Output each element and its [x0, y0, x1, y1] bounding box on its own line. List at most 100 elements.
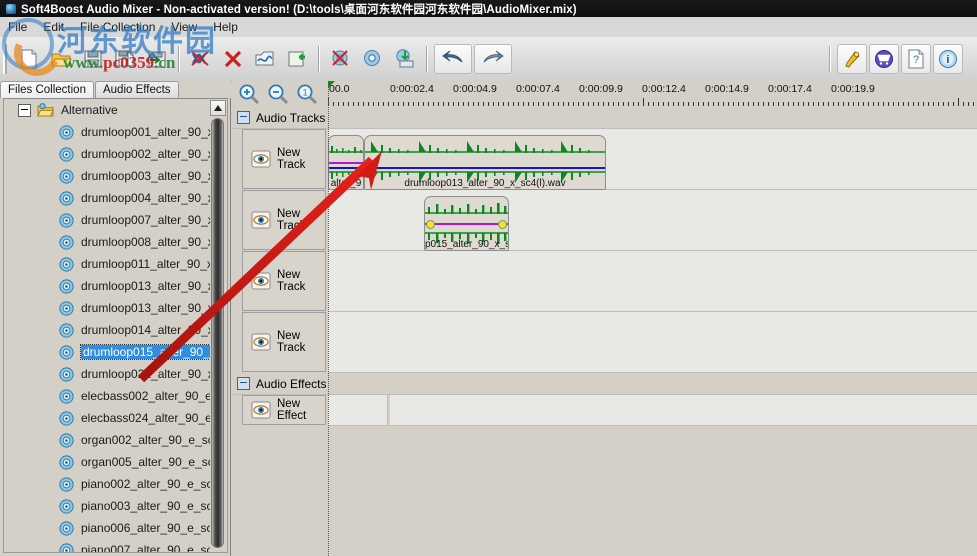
track-header-3[interactable]: New Track [242, 251, 326, 311]
timeline-lanes[interactable]: alter_9 drumloop013_alter_90_x_sc4(l).wa… [328, 107, 977, 556]
lane-effect-1[interactable] [328, 395, 388, 426]
undo-button[interactable] [434, 44, 472, 74]
section-expander-icon-2[interactable] [237, 377, 250, 390]
tree-item-19[interactable]: piano007_alter_90_e_sc4 [4, 539, 227, 552]
tree-item-2[interactable]: drumloop003_alter_90_x_ [4, 165, 227, 187]
tree-item-3[interactable]: drumloop004_alter_90_x_ [4, 187, 227, 209]
track-header-4[interactable]: New Track [242, 312, 326, 372]
new-file-button[interactable] [14, 44, 44, 74]
tree-item-12[interactable]: elecbass002_alter_90_e_ [4, 385, 227, 407]
scroll-up-button[interactable] [210, 100, 226, 116]
clip-volume-line[interactable] [329, 162, 363, 164]
ruler-tick [843, 102, 844, 106]
audio-clip-2[interactable]: drumloop013_alter_90_x_sc4(l).wav [364, 135, 606, 190]
section-expander-icon[interactable] [237, 111, 250, 124]
add-track-button[interactable] [282, 44, 312, 74]
menu-item-file-collection[interactable]: File Collection [72, 18, 163, 36]
menu-item-file[interactable]: File [0, 18, 35, 36]
files-scrollbar[interactable] [210, 100, 226, 552]
scrollbar-thumb[interactable] [211, 118, 224, 548]
ruler-label-7: 0:00:17.4 [768, 83, 812, 95]
ruler-tick [793, 102, 794, 106]
tree-item-1[interactable]: drumloop002_alter_90_x_ [4, 143, 227, 165]
tree-item-14[interactable]: organ002_alter_90_e_sc4 [4, 429, 227, 451]
delete-all-button[interactable] [186, 44, 216, 74]
track-header-1[interactable]: New Track [242, 129, 326, 189]
menu-item-help[interactable]: Help [205, 18, 246, 36]
eye-icon[interactable] [251, 333, 271, 351]
menu-item-edit[interactable]: Edit [35, 18, 72, 36]
ruler-tick [403, 102, 404, 106]
ruler-tick [593, 102, 594, 106]
tree-item-10[interactable]: drumloop015_alter_90_x_ [4, 341, 227, 363]
settings-remove-button[interactable] [326, 44, 356, 74]
add-effect-button[interactable] [250, 44, 280, 74]
playhead-line[interactable] [328, 81, 330, 556]
eye-icon[interactable] [251, 401, 271, 419]
audio-file-icon [59, 146, 74, 162]
tab-audio-effects[interactable]: Audio Effects [94, 81, 179, 98]
tree-item-18[interactable]: piano006_alter_90_e_sc4 [4, 517, 227, 539]
tab-files-collection[interactable]: Files Collection [0, 81, 94, 98]
zoom-out-button[interactable] [264, 82, 292, 106]
toolbar-grip[interactable] [3, 44, 10, 74]
lane-track-4[interactable] [328, 312, 977, 373]
ruler-tick [388, 102, 389, 106]
clip-volume-line[interactable] [425, 223, 508, 225]
section-header-audio-effects[interactable]: Audio Effects [232, 373, 328, 395]
audio-clip-3[interactable]: p015_alter_90_x_sc [424, 196, 509, 251]
tree-item-5[interactable]: drumloop008_alter_90_x_ [4, 231, 227, 253]
tree-item-11[interactable]: drumloop022_alter_90_x_ [4, 363, 227, 385]
playhead-marker[interactable] [328, 81, 335, 88]
tree-item-16[interactable]: piano002_alter_90_e_sc4 [4, 473, 227, 495]
ruler-label-2: 0:00:04.9 [453, 83, 497, 95]
help-button[interactable]: ? [901, 44, 931, 74]
zoom-in-button[interactable] [235, 82, 263, 106]
tree-item-4[interactable]: drumloop007_alter_90_x_ [4, 209, 227, 231]
tree-expander-icon[interactable] [18, 103, 31, 117]
export-button[interactable] [142, 44, 172, 74]
buy-button[interactable] [869, 44, 899, 74]
activate-button[interactable] [837, 44, 867, 74]
tree-item-15[interactable]: organ005_alter_90_e_sc4 [4, 451, 227, 473]
eye-icon[interactable] [251, 272, 271, 290]
eye-icon[interactable] [251, 211, 271, 229]
audio-file-icon [59, 344, 74, 360]
ruler-tick [408, 102, 409, 106]
effect-header-1[interactable]: New Effect [242, 395, 326, 425]
tree-item-9[interactable]: drumloop014_alter_90_x_ [4, 319, 227, 341]
open-folder-button[interactable] [46, 44, 76, 74]
timeline-ruler[interactable]: 00.0 0:00:02.4 0:00:04.9 0:00:07.4 0:00:09.9… [328, 81, 977, 108]
tree-item-17[interactable]: piano003_alter_90_e_sc4 [4, 495, 227, 517]
ruler-tick [773, 102, 774, 106]
menu-item-view[interactable]: View [163, 18, 205, 36]
delete-button[interactable] [218, 44, 248, 74]
clip-handle-left[interactable] [426, 220, 435, 229]
clip-waveform-top [329, 140, 363, 156]
ruler-tick [873, 102, 874, 106]
ruler-tick [338, 102, 339, 106]
redo-button[interactable] [474, 44, 512, 74]
tree-item-7[interactable]: drumloop013_alter_90_x_ [4, 275, 227, 297]
section-header-audio-tracks[interactable]: Audio Tracks [232, 107, 328, 129]
eye-icon[interactable] [251, 150, 271, 168]
ruler-label-3: 0:00:07.4 [516, 83, 560, 95]
about-button[interactable]: i [933, 44, 963, 74]
save-as-button[interactable] [110, 44, 140, 74]
settings-apply-button[interactable] [390, 44, 420, 74]
audio-clip-1[interactable]: alter_9 [328, 135, 364, 190]
settings-button[interactable] [358, 44, 388, 74]
tree-item-0[interactable]: drumloop001_alter_90_x_ [4, 121, 227, 143]
zoom-actual-button[interactable]: 1 [293, 82, 321, 106]
clip-handle-right[interactable] [498, 220, 507, 229]
tree-item-8[interactable]: drumloop013_alter_90_x_ [4, 297, 227, 319]
files-collection-tree[interactable]: Alternative drumloop001_alter_90_x_ druml… [3, 98, 228, 553]
lane-track-3[interactable] [328, 251, 977, 312]
lane-effect-1-body[interactable] [390, 395, 977, 426]
tree-item-13[interactable]: elecbass024_alter_90_e_ [4, 407, 227, 429]
tree-item-6[interactable]: drumloop011_alter_90_x_ [4, 253, 227, 275]
track-header-2[interactable]: New Track [242, 190, 326, 250]
save-button[interactable] [78, 44, 108, 74]
tree-group-alternative[interactable]: Alternative [4, 99, 227, 121]
ruler-tick [868, 102, 869, 106]
